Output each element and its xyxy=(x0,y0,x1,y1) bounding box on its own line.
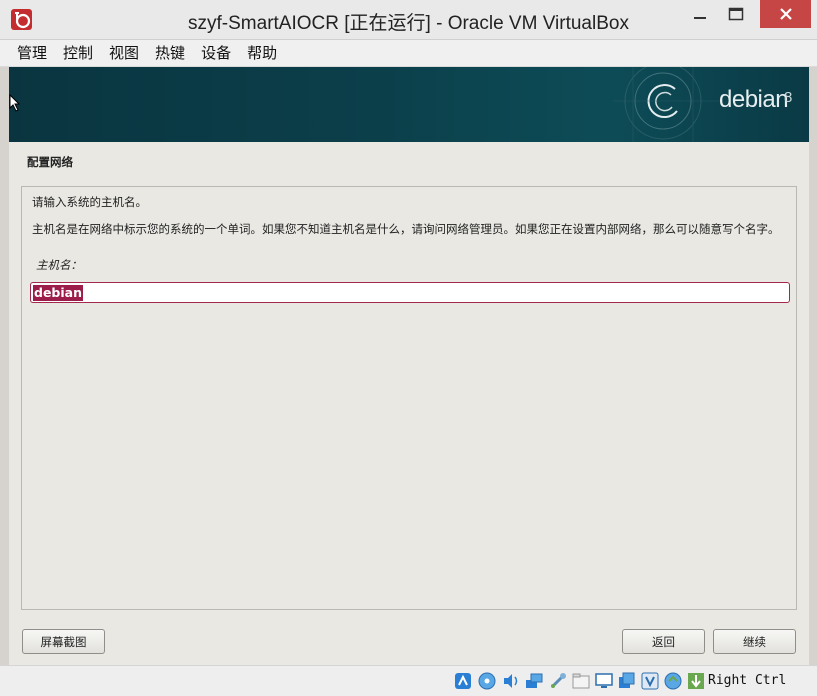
hostname-prompt: 请输入系统的主机名。 xyxy=(32,195,147,209)
hostname-label: 主机名： xyxy=(36,258,82,272)
menu-view[interactable]: 视图 xyxy=(109,40,139,66)
display-icon[interactable] xyxy=(594,671,614,691)
back-button[interactable]: 返回 xyxy=(622,629,705,654)
hostname-input[interactable]: debian xyxy=(30,282,790,303)
mouse-pointer-icon xyxy=(9,94,21,112)
network-icon[interactable] xyxy=(524,671,544,691)
minimize-button[interactable] xyxy=(683,0,717,28)
hard-disk-icon[interactable] xyxy=(453,671,473,691)
menu-help[interactable]: 帮助 xyxy=(247,40,277,66)
window-titlebar: szyf-SmartAIOCR [正在运行] - Oracle VM Virtu… xyxy=(0,0,817,40)
hostname-value: debian xyxy=(33,285,83,301)
vm-display[interactable]: debian 8 配置网络 请输入系统的主机名。 主机名是在网络中标示您的系统的… xyxy=(9,67,809,665)
debian-brand: debian xyxy=(719,86,789,113)
debian-version: 8 xyxy=(784,89,793,106)
close-button[interactable] xyxy=(760,0,811,28)
menu-devices[interactable]: 设备 xyxy=(201,40,231,66)
page-title: 配置网络 xyxy=(27,155,73,169)
maximize-button[interactable] xyxy=(718,0,753,28)
virtualization-icon[interactable] xyxy=(640,671,660,691)
debian-swirl-icon xyxy=(613,67,723,142)
debian-installer-banner: debian 8 xyxy=(9,67,809,142)
keyboard-capture-icon[interactable] xyxy=(686,671,706,691)
menu-bar: 管理 控制 视图 热键 设备 帮助 xyxy=(0,40,817,67)
usb-icon[interactable] xyxy=(548,671,568,691)
shared-folders-icon[interactable] xyxy=(571,671,591,691)
audio-icon[interactable] xyxy=(501,671,521,691)
hostname-description: 主机名是在网络中标示您的系统的一个单词。如果您不知道主机名是什么，请询问网络管理… xyxy=(32,222,780,236)
menu-hotkeys[interactable]: 热键 xyxy=(155,40,185,66)
status-bar: Right Ctrl xyxy=(0,665,817,696)
screenshot-button[interactable]: 屏幕截图 xyxy=(22,629,105,654)
hostname-panel: 请输入系统的主机名。 主机名是在网络中标示您的系统的一个单词。如果您不知道主机名… xyxy=(21,186,797,610)
optical-drive-icon[interactable] xyxy=(477,671,497,691)
host-key-label: Right Ctrl xyxy=(708,673,787,688)
menu-manage[interactable]: 管理 xyxy=(17,40,47,66)
mouse-integration-icon[interactable] xyxy=(663,671,683,691)
video-capture-icon[interactable] xyxy=(617,671,637,691)
continue-button[interactable]: 继续 xyxy=(713,629,796,654)
menu-control[interactable]: 控制 xyxy=(63,40,93,66)
